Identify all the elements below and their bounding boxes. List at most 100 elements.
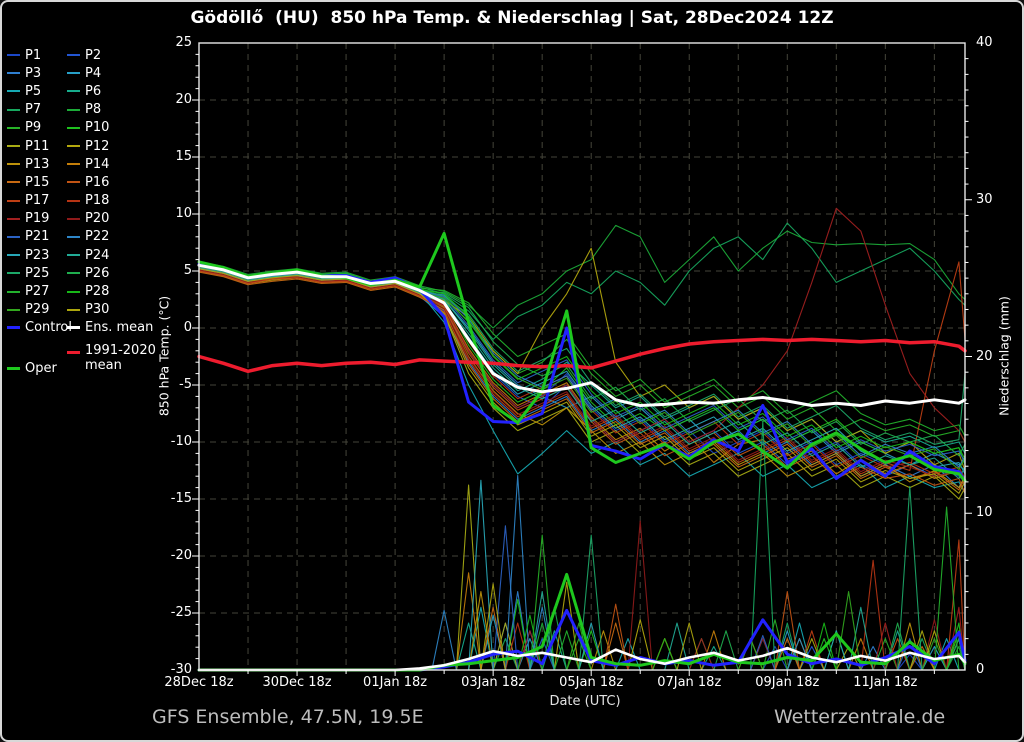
y-left-tick-label: -20 [150,548,192,563]
legend-item-p22-swatch [67,236,80,238]
oper-label: Oper [25,361,57,376]
legend-item-p2: P2 [67,46,153,64]
legend-item-p5: P5 [7,82,67,100]
legend-item-p18-swatch [67,200,80,202]
legend-item-p12-label: P12 [85,139,109,154]
legend-item-p24: P24 [67,246,153,264]
legend-item-p11-label: P11 [25,139,49,154]
legend-item-p9: P9 [7,119,67,137]
x-tick-label: 09Jan 18z [739,675,835,690]
legend-item-p3-label: P3 [25,66,41,81]
legend-item-p28: P28 [67,282,153,300]
temp-series-p1 [199,269,965,482]
legend-item-p19-swatch [7,218,20,220]
legend-item-p19: P19 [7,210,67,228]
precip-series-oper [199,574,965,670]
legend-item-p17: P17 [7,192,67,210]
meteogram-figure: Gödöllő (HU) 850 hPa Temp. & Niederschla… [0,0,1024,742]
legend-item-p17-label: P17 [25,193,49,208]
legend-item-p20-swatch [67,218,80,220]
y-left-tick-label: 20 [150,92,192,107]
temp-series-ens-mean [199,265,965,405]
y-left-tick-label: -10 [150,434,192,449]
legend-item-p23-label: P23 [25,248,49,263]
y-left-tick-label: 0 [150,320,192,335]
legend-item-p22: P22 [67,228,153,246]
legend-item-p5-label: P5 [25,84,41,99]
legend-item-p20-label: P20 [85,211,109,226]
legend-item-p12: P12 [67,137,153,155]
legend-item-p18-label: P18 [85,193,109,208]
clim-mean-label: 1991-2020 mean [85,344,156,373]
legend-item-p29-swatch [7,309,20,311]
legend-item-p28-swatch [67,291,80,293]
legend-item-p30-label: P30 [85,302,109,317]
legend-item-p8: P8 [67,101,153,119]
legend-item-p1-swatch [7,54,20,56]
y-right-tick-label: 30 [976,192,1016,207]
legend-item-p26-label: P26 [85,266,109,281]
legend-item-p1-label: P1 [25,48,41,63]
legend-item-p11-swatch [7,145,20,147]
x-tick-label: 28Dec 18z [151,675,247,690]
legend-item-p3: P3 [7,64,67,82]
legend-item-p16-label: P16 [85,175,109,190]
legend-item-p26-swatch [67,272,80,274]
legend-item-p22-label: P22 [85,229,109,244]
legend-item-p10-label: P10 [85,120,109,135]
legend-item-p7: P7 [7,101,67,119]
legend-item-p27-swatch [7,291,20,293]
legend-item-p24-swatch [67,254,80,256]
legend-item-p13-label: P13 [25,157,49,172]
legend-item-p8-label: P8 [85,102,101,117]
x-tick-label: 05Jan 18z [543,675,639,690]
y-axis-title-temp: 850 hPa Temp. (°C) [157,296,172,416]
legend-item-p20: P20 [67,210,153,228]
legend-item-p4: P4 [67,64,153,82]
legend-item-p5-swatch [7,90,20,92]
temp-series-p6 [199,265,965,453]
legend-item-p13: P13 [7,155,67,173]
y-left-tick-label: -15 [150,491,192,506]
legend-item-p21-label: P21 [25,229,49,244]
legend-item-p1: P1 [7,46,67,64]
y-left-tick-label: 5 [150,263,192,278]
legend-item-p14-swatch [67,163,80,165]
legend-item-p15: P15 [7,173,67,191]
legend-item-p16-swatch [67,181,80,183]
legend-item-p14: P14 [67,155,153,173]
legend-item-p21-swatch [7,236,20,238]
y-left-tick-label: -5 [150,377,192,392]
legend-item-p10: P10 [67,119,153,137]
legend-item-p13-swatch [7,163,20,165]
x-tick-label: 03Jan 18z [445,675,541,690]
y-right-tick-label: 10 [976,505,1016,520]
legend-item-p25-swatch [7,272,20,274]
footer-branding: Wetterzentrale.de [774,706,945,728]
legend-item-p6-label: P6 [85,84,101,99]
clim-mean-swatch [67,351,80,354]
legend-item-ens-mean: Ens. mean [67,319,153,337]
legend-item-p23: P23 [7,246,67,264]
legend-item-p9-label: P9 [25,120,41,135]
legend-item-p26: P26 [67,264,153,282]
legend-item-p6: P6 [67,82,153,100]
legend-item-p29: P29 [7,301,67,319]
y-left-tick-label: 25 [150,35,192,50]
legend-item-clim-mean: 1991-2020 mean [67,344,156,373]
legend-item-p6-swatch [67,90,80,92]
legend-item-p11: P11 [7,137,67,155]
legend-item-ens-mean-swatch [67,326,80,329]
legend-item-p2-swatch [67,54,80,56]
legend-item-p29-label: P29 [25,302,49,317]
legend-item-p28-label: P28 [85,284,109,299]
legend-item-p17-swatch [7,200,20,202]
legend-item-p18: P18 [67,192,153,210]
legend-item-ens-mean-label: Ens. mean [85,320,153,335]
legend-item-p15-swatch [7,181,20,183]
legend-item-p27-label: P27 [25,284,49,299]
y-right-tick-label: 40 [976,35,1016,50]
x-axis-title: Date (UTC) [535,694,635,709]
x-tick-label: 11Jan 18z [837,675,933,690]
legend-item-p7-swatch [7,109,20,111]
